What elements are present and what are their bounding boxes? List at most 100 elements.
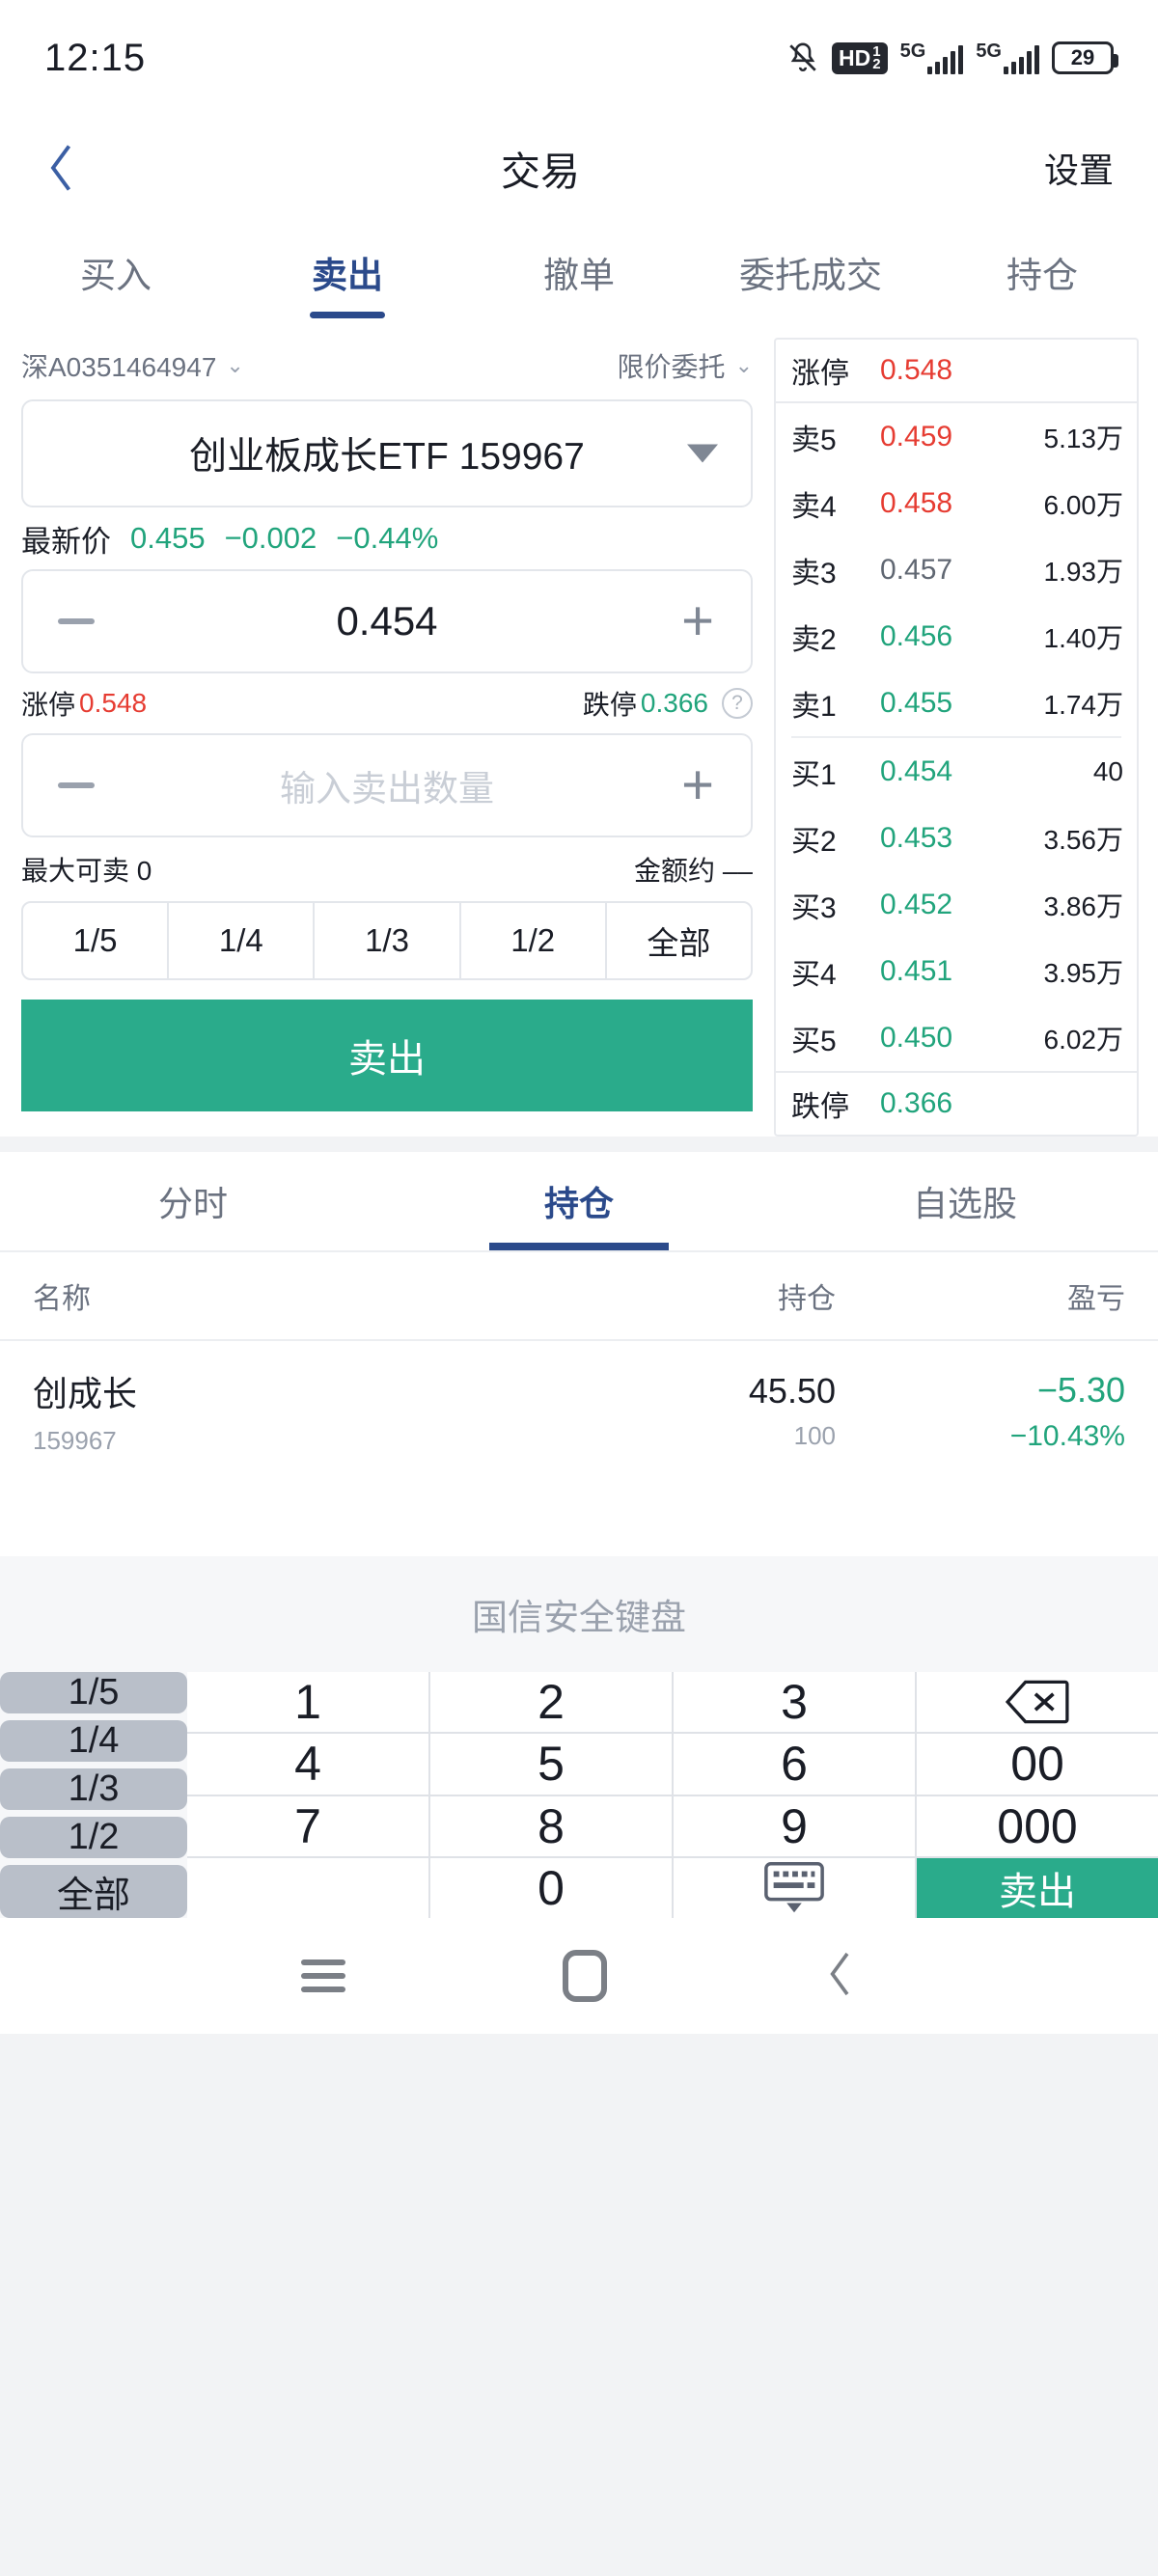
- price-decrement-button[interactable]: [23, 618, 129, 624]
- book-label: 买5: [791, 1025, 837, 1057]
- android-nav-bar: [0, 1918, 1158, 2034]
- kb-fraction-1-5[interactable]: 1/5: [0, 1672, 187, 1713]
- keyboard-sell-button[interactable]: 卖出: [917, 1857, 1158, 1918]
- estimated-amount-value: ––: [722, 856, 753, 886]
- kb-fraction-all[interactable]: 全部: [0, 1865, 187, 1918]
- book-label: 卖4: [791, 490, 837, 523]
- tab-position[interactable]: 持仓: [386, 1152, 772, 1250]
- price-input[interactable]: 0.454: [129, 598, 645, 644]
- tab-sell[interactable]: 卖出: [232, 220, 463, 324]
- key-5[interactable]: 5: [430, 1734, 672, 1795]
- security-keyboard: 国信安全键盘 1/5 1/4 1/3 1/2 全部 1 2 3 4 5 6 00: [0, 1556, 1158, 1918]
- settings-button[interactable]: 设置: [969, 143, 1114, 193]
- order-book-row-buy2[interactable]: 买2 0.453 3.56万: [776, 805, 1137, 871]
- key-3[interactable]: 3: [674, 1672, 915, 1733]
- chevron-down-icon-3: [687, 444, 718, 463]
- section-gap: [0, 1137, 1158, 1152]
- account-selector[interactable]: 深A0351464947 ⌄: [21, 346, 244, 385]
- key-6[interactable]: 6: [674, 1734, 915, 1795]
- key-0[interactable]: 0: [430, 1857, 672, 1918]
- status-icons: HD 1 2 5G 5G 29: [786, 41, 1118, 75]
- sell-button[interactable]: 卖出: [21, 1000, 753, 1111]
- estimated-amount-label: 金额约: [634, 856, 716, 886]
- down-limit-caption: 跌停: [791, 1091, 849, 1123]
- tab-cancel-order[interactable]: 撤单: [463, 220, 695, 324]
- key-7[interactable]: 7: [187, 1795, 428, 1856]
- order-book-row-sell1[interactable]: 卖1 0.455 1.74万: [776, 670, 1137, 736]
- key-blank: [187, 1857, 428, 1918]
- book-label: 卖1: [791, 690, 837, 723]
- order-type-selector[interactable]: 限价委托 ⌄: [618, 346, 753, 385]
- fraction-buttons: 1/5 1/4 1/3 1/2 全部: [21, 901, 753, 980]
- fraction-all[interactable]: 全部: [607, 903, 751, 978]
- key-00[interactable]: 00: [917, 1734, 1158, 1795]
- backspace-icon[interactable]: [917, 1672, 1158, 1733]
- key-8[interactable]: 8: [430, 1795, 672, 1856]
- fraction-1-4[interactable]: 1/4: [169, 903, 316, 978]
- keyboard-title: 国信安全键盘: [0, 1556, 1158, 1672]
- fraction-1-3[interactable]: 1/3: [315, 903, 461, 978]
- book-price: 0.450: [880, 1021, 953, 1054]
- order-book-row-sell2[interactable]: 卖2 0.456 1.40万: [776, 603, 1137, 670]
- tab-entrust-deal[interactable]: 委托成交: [695, 220, 926, 324]
- table-row[interactable]: 创成长 159967 45.50 100 −5.30 −10.43%: [0, 1341, 1158, 1485]
- tab-timeline[interactable]: 分时: [0, 1152, 386, 1250]
- quantity-input[interactable]: 输入卖出数量: [129, 759, 645, 811]
- position-name-cell: 创成长 159967: [33, 1366, 517, 1456]
- tab-buy[interactable]: 买入: [0, 220, 232, 324]
- book-volume: 3.86万: [1043, 891, 1124, 921]
- chevron-down-icon-2: ⌄: [734, 353, 753, 377]
- book-price: 0.452: [880, 888, 953, 920]
- quantity-increment-button[interactable]: +: [645, 756, 751, 811]
- kb-fraction-1-3[interactable]: 1/3: [0, 1768, 187, 1810]
- down-limit-price: 0.366: [880, 1087, 953, 1119]
- order-book-row-sell5[interactable]: 卖5 0.459 5.13万: [776, 403, 1137, 470]
- quantity-decrement-button[interactable]: [23, 782, 129, 788]
- key-000[interactable]: 000: [917, 1795, 1158, 1856]
- menu-icon[interactable]: [301, 1952, 346, 2000]
- order-book-row-sell4[interactable]: 卖4 0.458 6.00万: [776, 470, 1137, 536]
- down-limit-value: 0.366: [640, 688, 708, 718]
- back-icon[interactable]: [824, 1947, 857, 2006]
- kb-fraction-1-4[interactable]: 1/4: [0, 1720, 187, 1762]
- position-qty-available: 100: [793, 1421, 836, 1450]
- order-type-label: 限价委托: [617, 352, 726, 382]
- book-volume: 3.95万: [1043, 957, 1124, 988]
- kb-fraction-1-2[interactable]: 1/2: [0, 1817, 187, 1858]
- chevron-left-icon: [50, 145, 71, 191]
- help-icon[interactable]: ?: [722, 688, 753, 719]
- book-volume: 6.00万: [1043, 489, 1124, 520]
- fraction-1-2[interactable]: 1/2: [461, 903, 607, 978]
- tab-holdings[interactable]: 持仓: [926, 220, 1158, 324]
- keypad: 1 2 3 4 5 6 00 7 8 9 000 0 卖出: [187, 1672, 1158, 1918]
- status-time: 12:15: [44, 36, 147, 79]
- order-book-row-sell3[interactable]: 卖3 0.457 1.93万: [776, 536, 1137, 603]
- order-book-row-buy4[interactable]: 买4 0.451 3.95万: [776, 938, 1137, 1004]
- book-price: 0.458: [880, 486, 953, 519]
- column-pnl: 盈亏: [1067, 1283, 1125, 1315]
- order-book-row-buy1[interactable]: 买1 0.454 40: [776, 738, 1137, 805]
- tab-watchlist[interactable]: 自选股: [772, 1152, 1158, 1250]
- back-button[interactable]: [44, 139, 112, 197]
- keyboard-down-glyph: [764, 1861, 824, 1913]
- price-increment-button[interactable]: +: [645, 592, 751, 647]
- key-1[interactable]: 1: [187, 1672, 428, 1733]
- position-name: 创成长: [33, 1374, 138, 1413]
- stock-selector[interactable]: 创业板成长ETF 159967: [21, 399, 753, 507]
- home-icon[interactable]: [562, 1950, 607, 2002]
- quantity-stepper[interactable]: 输入卖出数量 +: [21, 733, 753, 837]
- key-9[interactable]: 9: [674, 1795, 915, 1856]
- keyboard-hide-icon[interactable]: [674, 1857, 915, 1918]
- up-limit-value: 0.548: [79, 688, 148, 718]
- position-table-header: 名称 持仓 盈亏: [0, 1252, 1158, 1341]
- keyboard-spacer: [0, 1485, 1158, 1556]
- price-stepper[interactable]: 0.454 +: [21, 569, 753, 673]
- order-book-row-buy5[interactable]: 买5 0.450 6.02万: [776, 1004, 1137, 1071]
- book-label: 买4: [791, 958, 837, 991]
- order-book-row-buy3[interactable]: 买3 0.452 3.86万: [776, 871, 1137, 938]
- key-4[interactable]: 4: [187, 1734, 428, 1795]
- trade-tabs: 买入 卖出 撤单 委托成交 持仓: [0, 220, 1158, 324]
- fraction-1-5[interactable]: 1/5: [23, 903, 170, 978]
- key-2[interactable]: 2: [430, 1672, 672, 1733]
- column-holding: 持仓: [778, 1283, 836, 1315]
